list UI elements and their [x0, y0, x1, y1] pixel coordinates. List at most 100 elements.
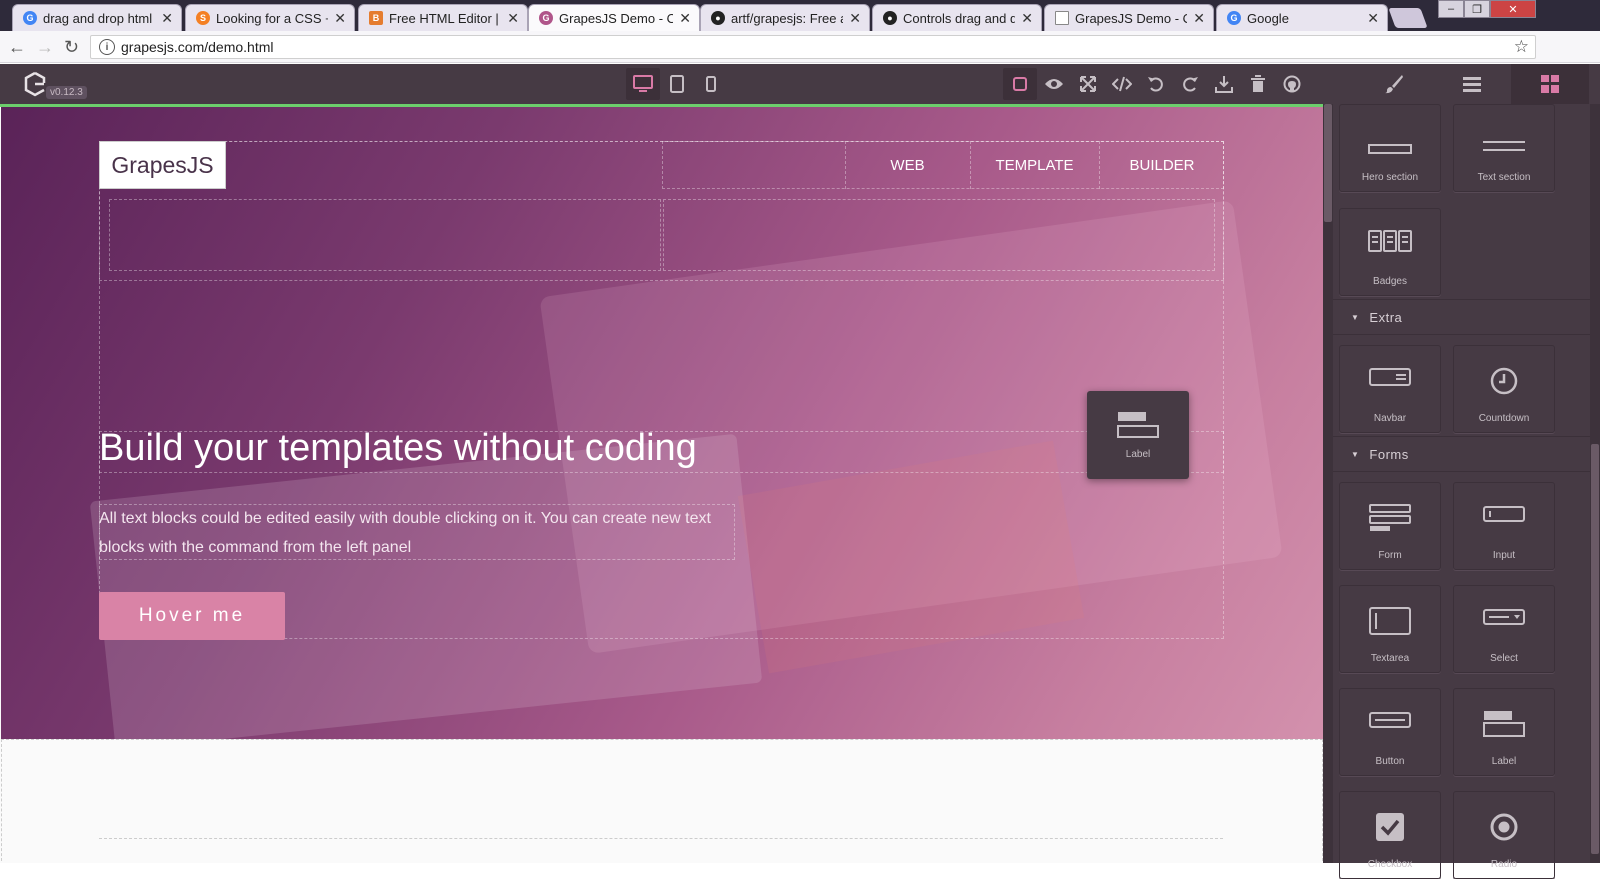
mobile-device-button[interactable]: [694, 68, 728, 100]
new-tab-button[interactable]: [1388, 8, 1428, 28]
bookmark-star-icon[interactable]: ☆: [1514, 37, 1529, 57]
export-code-button[interactable]: [1105, 68, 1139, 100]
back-icon[interactable]: ←: [8, 37, 26, 58]
tab-title: GrapesJS Demo - Op: [559, 10, 674, 26]
html-editor-icon: B: [369, 11, 383, 25]
block-select[interactable]: Select: [1453, 585, 1555, 673]
show-borders-button[interactable]: [1003, 68, 1037, 100]
style-manager-tab[interactable]: [1355, 64, 1433, 104]
tab-title: drag and drop html e: [43, 10, 156, 26]
block-checkbox[interactable]: Checkbox: [1339, 791, 1441, 879]
block-navbar[interactable]: Navbar: [1339, 345, 1441, 433]
minimize-icon[interactable]: –: [1438, 0, 1464, 18]
reload-icon[interactable]: ↻: [64, 37, 79, 58]
category-forms[interactable]: ▼ Forms: [1333, 436, 1590, 472]
undo-button[interactable]: [1139, 68, 1173, 100]
close-icon[interactable]: ✕: [161, 10, 173, 27]
block-radio[interactable]: Radio: [1453, 791, 1555, 879]
badges-icon: [1368, 230, 1412, 252]
close-icon[interactable]: ✕: [1367, 10, 1379, 27]
panel-tabs: [1355, 64, 1589, 104]
close-icon[interactable]: ✕: [507, 10, 519, 27]
import-button[interactable]: [1207, 68, 1241, 100]
editor-toolbar: v0.12.3: [0, 64, 1600, 104]
block-label[interactable]: Label: [1453, 688, 1555, 776]
browser-tab[interactable]: G Google ✕: [1216, 4, 1388, 31]
block-hero-section[interactable]: Hero section: [1339, 104, 1441, 192]
category-extra[interactable]: ▼ Extra: [1333, 299, 1590, 335]
empty-cell[interactable]: [663, 199, 1215, 271]
scrollbar-thumb[interactable]: [1591, 444, 1599, 854]
menu-item-template[interactable]: TEMPLATE: [970, 141, 1098, 189]
browser-tab[interactable]: B Free HTML Editor | Co ✕: [358, 4, 528, 31]
browser-tab-active[interactable]: G GrapesJS Demo - Op ✕: [528, 4, 700, 31]
blocks-tab[interactable]: [1511, 64, 1589, 104]
block-button[interactable]: Button: [1339, 688, 1441, 776]
google-icon: G: [1227, 11, 1241, 25]
editor-options: [1003, 68, 1309, 100]
form-icon: [1369, 504, 1411, 531]
browser-tab[interactable]: ● Controls drag and dr ✕: [872, 4, 1042, 31]
block-label: Label: [1125, 448, 1151, 460]
canvas-scrollbar[interactable]: [1323, 104, 1333, 863]
radio-icon: [1490, 813, 1518, 841]
browser-tab[interactable]: S Looking for a CSS + H ✕: [185, 4, 355, 31]
button-icon: [1369, 712, 1411, 728]
browser-tab[interactable]: ● artf/grapesjs: Free an ✕: [700, 4, 870, 31]
block-badges[interactable]: Badges: [1339, 208, 1441, 296]
close-icon[interactable]: ✕: [1193, 10, 1205, 27]
redo-button[interactable]: [1173, 68, 1207, 100]
close-window-icon[interactable]: ✕: [1490, 0, 1536, 18]
block-textarea[interactable]: Textarea: [1339, 585, 1441, 673]
scrollbar-thumb[interactable]: [1324, 104, 1332, 222]
block-text-section[interactable]: Text section: [1453, 104, 1555, 192]
content-container[interactable]: [99, 838, 1223, 863]
menu-item-web[interactable]: WEB: [845, 141, 969, 189]
close-icon[interactable]: ✕: [679, 10, 691, 27]
undo-icon: [1148, 77, 1163, 92]
desktop-device-button[interactable]: [626, 68, 660, 100]
block-label: Badges: [1373, 276, 1407, 287]
block-form[interactable]: Form: [1339, 482, 1441, 570]
hero-section-icon: [1368, 144, 1412, 154]
close-icon[interactable]: ✕: [849, 10, 861, 27]
hover-me-button[interactable]: Hover me: [99, 592, 285, 640]
hero-title[interactable]: Build your templates without coding: [99, 427, 697, 470]
github-button[interactable]: [1275, 68, 1309, 100]
block-countdown[interactable]: Countdown: [1453, 345, 1555, 433]
category-title: Extra: [1369, 309, 1403, 325]
maximize-icon[interactable]: ❐: [1464, 0, 1490, 18]
dragged-label-block[interactable]: Label: [1087, 391, 1189, 479]
hero-lead-text[interactable]: All text blocks could be edited easily w…: [99, 504, 735, 560]
select-icon: [1483, 609, 1525, 625]
brand-logo[interactable]: GrapesJS: [99, 141, 226, 189]
close-icon[interactable]: ✕: [334, 10, 346, 27]
info-icon[interactable]: i: [99, 39, 115, 55]
preview-button[interactable]: [1037, 68, 1071, 100]
browser-tab[interactable]: GrapesJS Demo - Op ✕: [1044, 4, 1214, 31]
tablet-device-button[interactable]: [660, 68, 694, 100]
textarea-icon: [1369, 607, 1411, 635]
fullscreen-button[interactable]: [1071, 68, 1105, 100]
block-label: Navbar: [1373, 413, 1407, 424]
empty-cell[interactable]: [109, 199, 661, 271]
block-label: Input: [1492, 550, 1516, 561]
download-icon: [1215, 76, 1233, 93]
checkbox-icon: [1376, 813, 1404, 841]
content-section[interactable]: [1, 739, 1323, 863]
forward-icon[interactable]: →: [36, 37, 54, 58]
input-icon: [1483, 506, 1525, 522]
label-icon: [1117, 411, 1159, 438]
layer-manager-tab[interactable]: [1433, 64, 1511, 104]
url-input[interactable]: i grapesjs.com/demo.html ☆: [90, 35, 1536, 59]
tab-title: Looking for a CSS + H: [216, 10, 328, 26]
caret-down-icon: ▼: [1351, 312, 1360, 322]
menu-item-builder[interactable]: BUILDER: [1099, 141, 1224, 189]
close-icon[interactable]: ✕: [1021, 10, 1033, 27]
browser-tab[interactable]: G drag and drop html e ✕: [12, 4, 182, 31]
editor-canvas[interactable]: GrapesJS WEB TEMPLATE BUILDER Build your…: [0, 104, 1323, 863]
clear-canvas-button[interactable]: [1241, 68, 1275, 100]
panel-scrollbar[interactable]: [1590, 104, 1600, 863]
hero-section[interactable]: GrapesJS WEB TEMPLATE BUILDER Build your…: [1, 107, 1323, 751]
block-input[interactable]: Input: [1453, 482, 1555, 570]
